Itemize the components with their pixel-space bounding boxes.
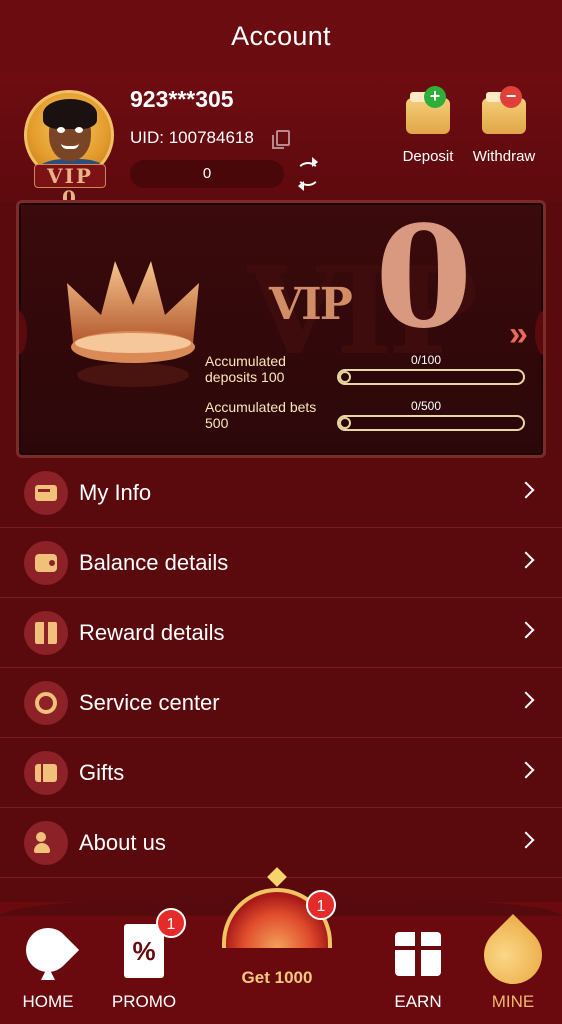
- menu-item-about-us[interactable]: About us: [0, 808, 562, 878]
- gift-icon: [395, 932, 441, 976]
- card-notch: [19, 311, 27, 355]
- card-icon: [24, 470, 68, 515]
- menu-item-my-info[interactable]: My Info: [0, 458, 562, 528]
- chevron-right-icon: [517, 481, 535, 499]
- progress-bar: [337, 369, 525, 385]
- progress-bar: [337, 415, 525, 431]
- chevron-right-icon: [517, 691, 535, 709]
- refresh-icon[interactable]: [296, 162, 320, 186]
- headset-icon: [24, 680, 68, 725]
- progress-knob: [339, 417, 351, 429]
- balance-display: 0: [130, 160, 284, 188]
- promo-badge: 1: [156, 908, 186, 938]
- nav-label: PROMO: [111, 992, 177, 1011]
- minus-icon: −: [500, 86, 522, 108]
- user-phone: 923***305: [130, 86, 234, 112]
- menu-item-service-center[interactable]: Service center: [0, 668, 562, 738]
- profile-section: VIP 0 923***305 UID: 100784618 0 + Depos…: [0, 72, 562, 209]
- percent-ticket-icon: %: [124, 924, 164, 978]
- wallet-icon: +: [406, 86, 450, 134]
- crown-icon: [67, 261, 199, 387]
- deposit-label: Deposit: [402, 148, 454, 165]
- menu-item-gifts[interactable]: Gifts: [0, 738, 562, 808]
- chevron-right-icon: [517, 621, 535, 639]
- card-notch: [535, 311, 543, 355]
- menu-item-label: Balance details: [79, 549, 229, 575]
- progress-value: 0/500: [411, 399, 442, 413]
- vip-word: VIP: [269, 279, 353, 330]
- progress-label: Accumulated deposits 100: [205, 353, 286, 385]
- user-uid: UID: 100784618: [130, 128, 254, 147]
- menu-item-reward-details[interactable]: Reward details: [0, 598, 562, 668]
- menu-item-label: Service center: [79, 689, 220, 715]
- center-badge: 1: [306, 890, 336, 920]
- nav-label: MINE: [491, 992, 535, 1011]
- avatar-eye: [75, 127, 83, 133]
- menu-item-label: My Info: [79, 479, 152, 505]
- nav-label: EARN: [394, 992, 442, 1011]
- copy-icon[interactable]: [272, 130, 290, 149]
- ticket-icon: [24, 750, 68, 795]
- menu-item-label: Gifts: [79, 759, 125, 785]
- progress-label: Accumulated bets 500: [205, 399, 317, 431]
- chevron-right-icon[interactable]: »: [509, 315, 528, 354]
- chevron-right-icon: [517, 551, 535, 569]
- vip-level-number: 0: [375, 200, 473, 360]
- menu-item-label: Reward details: [79, 619, 225, 645]
- get-bonus-label[interactable]: Get 1000: [222, 968, 332, 988]
- bottom-nav: HOME % 1 PROMO 1 Get 1000 EARN MINE: [0, 888, 562, 1024]
- progress-value: 0/100: [411, 353, 442, 367]
- avatar-eye: [57, 127, 65, 133]
- menu-item-label: About us: [79, 829, 166, 855]
- vip-level-tag: VIP 0: [34, 164, 106, 209]
- plus-icon: +: [424, 86, 446, 108]
- chevron-right-icon: [517, 761, 535, 779]
- account-menu: My Info Balance details Reward details S…: [0, 458, 562, 878]
- wallet-icon: [24, 540, 68, 585]
- nav-label: HOME: [22, 992, 74, 1011]
- vip-card[interactable]: VIP VIP 0 » Accumulated deposits 100 0/1…: [16, 200, 546, 458]
- mine-icon: [471, 913, 555, 997]
- chevron-right-icon: [517, 831, 535, 849]
- withdraw-label: Withdraw: [472, 148, 536, 165]
- page-title: Account: [231, 20, 331, 51]
- gift-icon: [24, 610, 68, 655]
- deposit-button[interactable]: + Deposit: [388, 86, 468, 178]
- progress-knob: [339, 371, 351, 383]
- avatar-hair: [43, 99, 97, 129]
- wallet-icon: −: [482, 86, 526, 134]
- people-icon: [24, 820, 68, 865]
- withdraw-button[interactable]: − Withdraw: [464, 86, 544, 178]
- menu-item-balance-details[interactable]: Balance details: [0, 528, 562, 598]
- app-header: Account: [0, 0, 562, 72]
